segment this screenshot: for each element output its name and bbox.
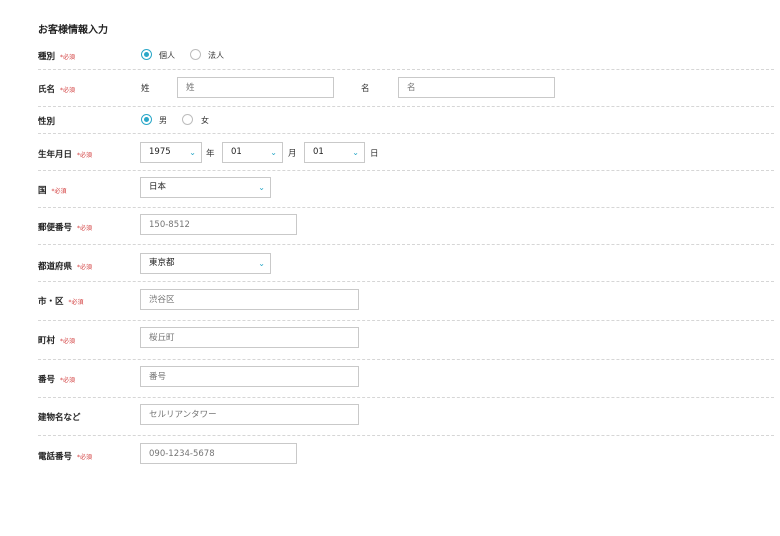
row-birthdate: 生年月日 *必須 1975 ⌄ 年 01 ⌄ 月 01 ⌄ 日	[38, 134, 774, 171]
chevron-down-icon: ⌄	[258, 183, 265, 192]
radio-male-label: 男	[159, 116, 167, 125]
row-type: 種別 *必須 個人 法人	[38, 42, 774, 70]
row-postal: 郵便番号 *必須	[38, 208, 774, 245]
birth-month-value: 01	[231, 147, 242, 157]
block-number-input[interactable]	[140, 366, 359, 387]
last-name-label: 姓	[141, 84, 150, 94]
first-name-label: 名	[361, 84, 370, 94]
birth-day-select[interactable]: 01 ⌄	[304, 142, 365, 163]
city-label: 市・区 *必須	[38, 297, 84, 307]
page-title: お客様情報入力	[38, 25, 108, 36]
postal-label: 郵便番号 *必須	[38, 223, 93, 233]
row-gender: 性別 男 女	[38, 107, 774, 134]
gender-label: 性別	[38, 117, 56, 127]
row-town: 町村 *必須	[38, 321, 774, 360]
prefecture-select[interactable]: 東京都 ⌄	[140, 253, 271, 274]
type-label: 種別 *必須	[38, 52, 76, 62]
radio-corporation[interactable]	[190, 49, 201, 60]
prefecture-value: 東京都	[149, 258, 175, 268]
last-name-input[interactable]	[177, 77, 334, 98]
row-block-number: 番号 *必須	[38, 360, 774, 398]
chevron-down-icon: ⌄	[258, 259, 265, 268]
required-mark: *必須	[77, 454, 93, 461]
radio-female[interactable]	[182, 114, 193, 125]
radio-male[interactable]	[141, 114, 152, 125]
required-mark: *必須	[51, 188, 67, 195]
radio-female-label: 女	[201, 116, 209, 125]
block-number-label: 番号 *必須	[38, 375, 76, 385]
name-label: 氏名 *必須	[38, 85, 76, 95]
month-unit: 月	[288, 149, 297, 159]
first-name-input[interactable]	[398, 77, 555, 98]
town-input[interactable]	[140, 327, 359, 348]
day-unit: 日	[370, 149, 379, 159]
required-mark: *必須	[77, 264, 93, 271]
row-building: 建物名など	[38, 398, 774, 436]
postal-code-input[interactable]	[140, 214, 297, 235]
required-mark: *必須	[60, 54, 76, 61]
country-select[interactable]: 日本 ⌄	[140, 177, 271, 198]
required-mark: *必須	[60, 87, 76, 94]
radio-individual-label: 個人	[159, 51, 175, 60]
country-label: 国 *必須	[38, 186, 67, 196]
required-mark: *必須	[60, 377, 76, 384]
birth-day-value: 01	[313, 147, 324, 157]
birth-year-value: 1975	[149, 147, 171, 157]
row-phone: 電話番号 *必須	[38, 436, 774, 474]
phone-label: 電話番号 *必須	[38, 452, 93, 462]
year-unit: 年	[206, 149, 215, 159]
town-label: 町村 *必須	[38, 336, 76, 346]
prefecture-label: 都道府県 *必須	[38, 262, 93, 272]
city-input[interactable]	[140, 289, 359, 310]
birth-month-select[interactable]: 01 ⌄	[222, 142, 283, 163]
birthdate-label: 生年月日 *必須	[38, 150, 93, 160]
row-city: 市・区 *必須	[38, 282, 774, 321]
chevron-down-icon: ⌄	[189, 148, 196, 157]
required-mark: *必須	[60, 338, 76, 345]
birth-year-select[interactable]: 1975 ⌄	[140, 142, 202, 163]
radio-individual[interactable]	[141, 49, 152, 60]
building-label: 建物名など	[38, 413, 81, 423]
chevron-down-icon: ⌄	[352, 148, 359, 157]
phone-input[interactable]	[140, 443, 297, 464]
row-prefecture: 都道府県 *必須 東京都 ⌄	[38, 245, 774, 282]
row-country: 国 *必須 日本 ⌄	[38, 171, 774, 208]
row-name: 氏名*必須 姓 名	[38, 70, 774, 107]
radio-corporation-label: 法人	[208, 51, 224, 60]
chevron-down-icon: ⌄	[270, 148, 277, 157]
required-mark: *必須	[77, 152, 93, 159]
country-value: 日本	[149, 182, 167, 192]
building-input[interactable]	[140, 404, 359, 425]
required-mark: *必須	[68, 299, 84, 306]
required-mark: *必須	[77, 225, 93, 232]
